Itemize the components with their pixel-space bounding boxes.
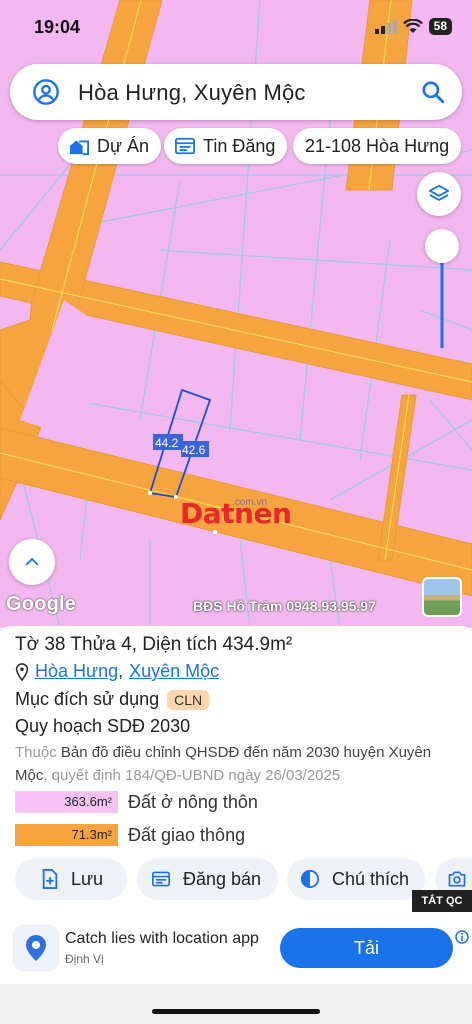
zoom-slider-handle[interactable]	[425, 229, 459, 263]
signal-icon	[374, 19, 397, 34]
location-separator: ,	[118, 661, 124, 681]
status-bar: 19:04 58	[0, 0, 472, 56]
plan-description: Thuộc Bản đồ điều chỉnh QHSDĐ đến năm 20…	[15, 741, 463, 787]
parcel-title: Tờ 38 Thửa 4, Diện tích 434.9m²	[15, 634, 292, 656]
legend-row-transport: 71.3m² Đất giao thông	[15, 824, 245, 846]
search-query[interactable]: Hòa Hưng, Xuyên Mộc	[78, 80, 306, 106]
ad-app-icon	[14, 926, 58, 970]
camera-icon	[448, 871, 466, 887]
street-view-thumbnail[interactable]	[422, 577, 462, 617]
location-pin-icon	[15, 662, 29, 681]
chip-tin-dang[interactable]: Tin Đăng	[164, 128, 288, 164]
home-indicator[interactable]	[152, 1009, 320, 1014]
chip-du-an[interactable]: Dự Án	[58, 128, 162, 164]
watermark-domain: .com.vn	[232, 497, 268, 508]
bottom-bar	[0, 984, 472, 1024]
add-doc-icon	[42, 869, 58, 889]
land-purpose: Mục đích sử dụng CLN	[15, 689, 210, 710]
district-link[interactable]: Xuyên Mộc	[129, 661, 219, 682]
legend-button-label: Chú thích	[331, 868, 409, 889]
ad-info-icon[interactable]	[455, 930, 469, 944]
save-label: Lưu	[71, 868, 104, 889]
search-icon[interactable]	[420, 79, 446, 105]
legend-label: Đất giao thông	[128, 824, 246, 845]
dimension-label-top: 44.2	[155, 436, 179, 450]
save-button[interactable]: Lưu	[15, 858, 127, 900]
legend-button[interactable]: Chú thích	[287, 858, 425, 900]
google-logo: Google	[6, 593, 77, 615]
parcel-info-panel: Tờ 38 Thửa 4, Diện tích 434.9m² Hòa Hưng…	[0, 626, 472, 916]
layers-button[interactable]	[417, 172, 461, 216]
chevron-up-icon	[25, 558, 39, 566]
legend-icon	[300, 869, 320, 889]
desc-decision: , quyết định 184/QĐ-UBND ngày 26/03/2025	[43, 767, 341, 784]
legend-swatch: 71.3m²	[15, 824, 118, 846]
legend-label: Đất ở nông thôn	[128, 791, 258, 812]
account-icon[interactable]	[32, 78, 60, 106]
layers-icon	[428, 184, 450, 201]
chip-parcel-id[interactable]: 21-108 Hòa Hưng	[293, 128, 462, 164]
ad-banner[interactable]: Catch lies with location app Định Vị Tải	[0, 912, 472, 984]
post-for-sale-button[interactable]: Đăng bán	[137, 858, 278, 900]
legend-swatch: 363.6m²	[15, 791, 118, 813]
map-credit: BĐS Hồ Tràm 0948.93.95.97	[193, 598, 376, 614]
ad-advertiser: Định Vị	[65, 952, 104, 966]
purpose-label: Mục đích sử dụng	[15, 689, 160, 709]
search-bar[interactable]: Hòa Hưng, Xuyên Mộc	[10, 64, 462, 120]
ward-link[interactable]: Hòa Hưng	[35, 661, 118, 682]
listing-icon	[175, 137, 195, 155]
parcel-title-prefix: Tờ 38 Thửa 4, Diện tích	[15, 634, 223, 655]
ad-headline: Catch lies with location app	[65, 930, 259, 947]
chip-label: Tin Đăng	[203, 135, 276, 156]
house-icon	[69, 140, 89, 156]
post-icon	[152, 871, 170, 887]
ad-install-button[interactable]: Tải	[280, 928, 453, 968]
desc-prefix: Thuộc	[15, 744, 57, 761]
purpose-badge: CLN	[167, 689, 210, 710]
map-pin-icon	[26, 935, 46, 961]
plan-title: Quy hoạch SDĐ 2030	[15, 716, 191, 736]
chip-label: 21-108 Hòa Hưng	[305, 135, 450, 156]
battery-indicator: 58	[428, 18, 452, 35]
wifi-icon	[402, 19, 423, 33]
close-ad-tag[interactable]: TẮT QC	[412, 890, 472, 912]
parcel-area: 434.9	[222, 634, 271, 655]
legend-row-residential: 363.6m² Đất ở nông thôn	[15, 791, 258, 813]
expand-panel-button[interactable]	[9, 539, 55, 585]
status-time: 19:04	[34, 17, 81, 37]
parcel-area-unit: m²	[270, 634, 293, 655]
chip-label: Dự Án	[97, 135, 150, 156]
dimension-label-right: 42.6	[182, 443, 206, 457]
parcel-location: Hòa Hưng, Xuyên Mộc	[15, 661, 219, 682]
post-label: Đăng bán	[183, 868, 262, 889]
